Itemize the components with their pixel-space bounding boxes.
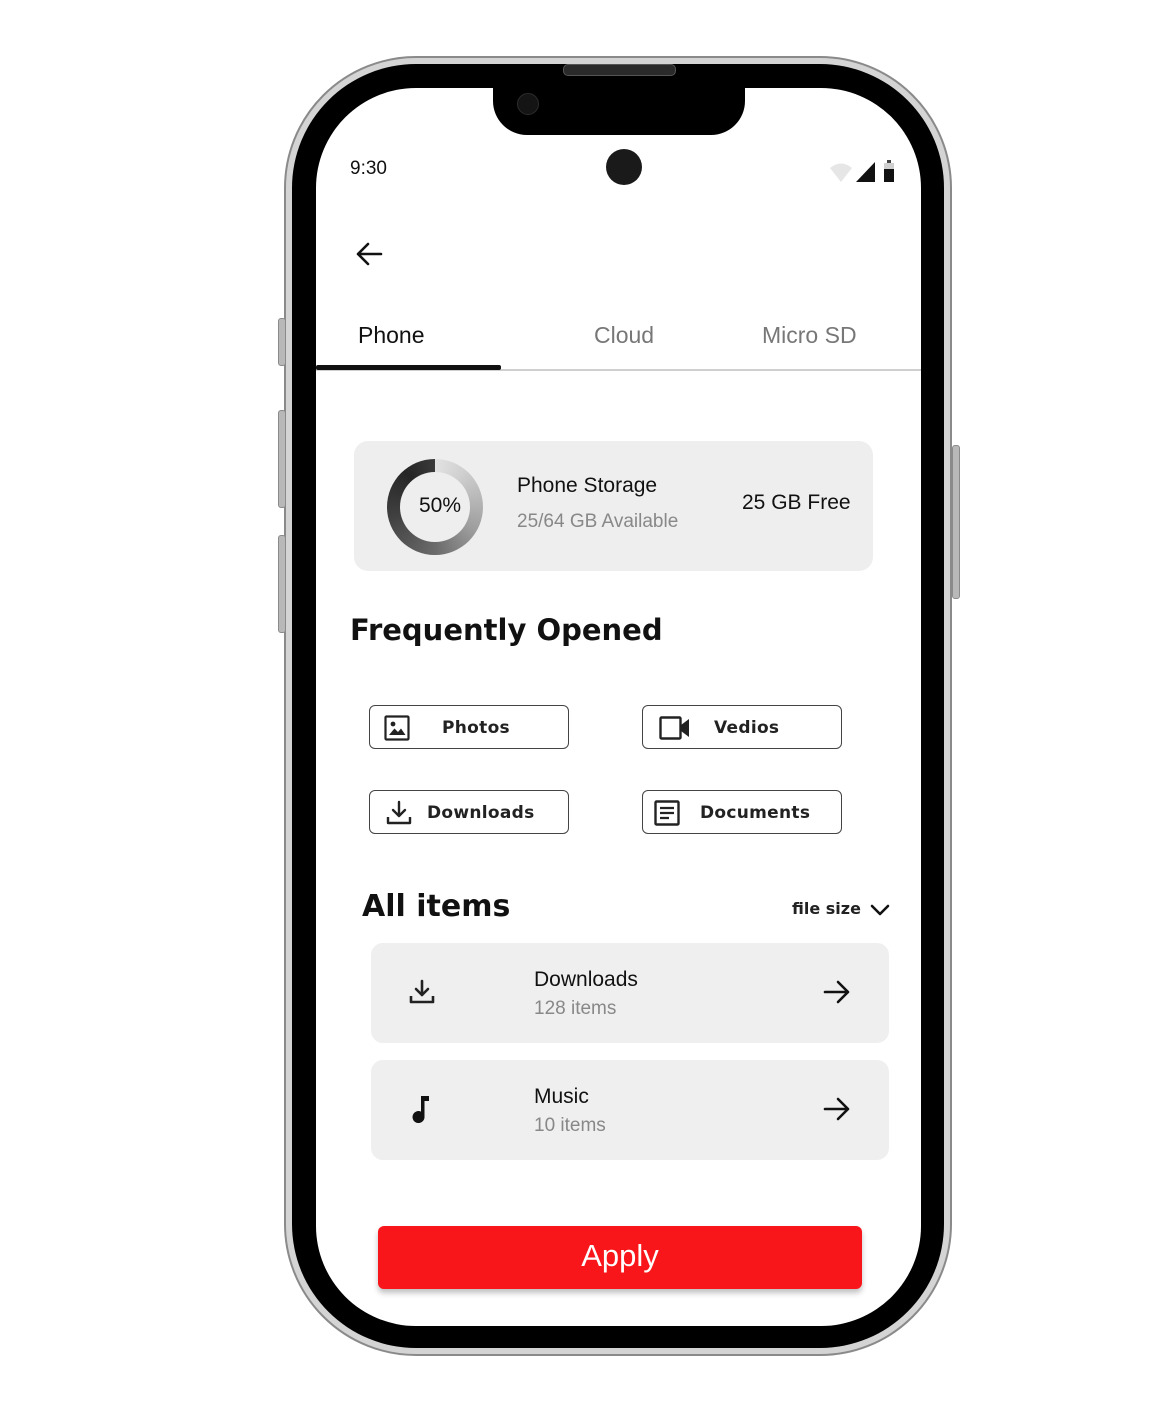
- tab-micro-sd[interactable]: Micro SD: [762, 322, 857, 349]
- wifi-icon: [830, 163, 852, 182]
- list-item-count: 128 items: [534, 998, 617, 1019]
- storage-title: Phone Storage: [517, 474, 658, 497]
- download-icon: [409, 979, 435, 1004]
- storage-free: 25 GB Free: [742, 491, 851, 514]
- front-camera: [517, 93, 539, 115]
- quick-documents-label: Documents: [700, 803, 811, 823]
- list-item-downloads[interactable]: Downloads 128 items: [371, 943, 889, 1043]
- arrow-left-icon: [356, 242, 383, 266]
- power-button: [952, 445, 960, 599]
- apply-button[interactable]: Apply: [378, 1226, 862, 1289]
- quick-downloads-button[interactable]: Downloads: [369, 790, 569, 834]
- quick-photos-label: Photos: [442, 718, 510, 738]
- silent-switch: [278, 318, 286, 366]
- back-button[interactable]: [352, 238, 386, 270]
- volume-down-button: [278, 535, 286, 633]
- storage-percent: 50%: [418, 494, 462, 517]
- image-icon: [384, 715, 410, 741]
- music-note-icon: [412, 1096, 429, 1124]
- punch-hole-camera: [606, 149, 642, 185]
- battery-icon: [884, 160, 894, 182]
- cellular-signal-icon: [856, 162, 875, 182]
- storage-available: 25/64 GB Available: [517, 511, 679, 532]
- status-time: 9:30: [350, 158, 387, 179]
- quick-photos-button[interactable]: Photos: [369, 705, 569, 749]
- list-item-count: 10 items: [534, 1115, 606, 1136]
- list-item-title: Downloads: [534, 968, 638, 991]
- arrow-right-icon: [823, 980, 850, 1004]
- download-icon: [386, 800, 412, 825]
- list-item-music[interactable]: Music 10 items: [371, 1060, 889, 1160]
- video-camera-icon: [659, 716, 689, 740]
- list-item-title: Music: [534, 1085, 589, 1108]
- quick-videos-button[interactable]: Vedios: [642, 705, 842, 749]
- tab-cloud[interactable]: Cloud: [594, 322, 654, 349]
- frequently-opened-title: Frequently Opened: [350, 613, 663, 647]
- quick-documents-button[interactable]: Documents: [642, 790, 842, 834]
- arrow-right-icon: [823, 1097, 850, 1121]
- chevron-down-icon: [870, 904, 890, 916]
- quick-videos-label: Vedios: [714, 718, 780, 738]
- active-tab-indicator: [316, 365, 501, 370]
- earpiece-speaker: [563, 64, 676, 76]
- tab-phone[interactable]: Phone: [358, 322, 425, 349]
- document-icon: [654, 800, 680, 826]
- status-icons: [828, 160, 898, 189]
- quick-downloads-label: Downloads: [427, 803, 535, 823]
- sort-label: file size: [792, 898, 861, 918]
- volume-up-button: [278, 410, 286, 508]
- sort-dropdown[interactable]: file size: [792, 898, 891, 918]
- all-items-title: All items: [362, 889, 511, 924]
